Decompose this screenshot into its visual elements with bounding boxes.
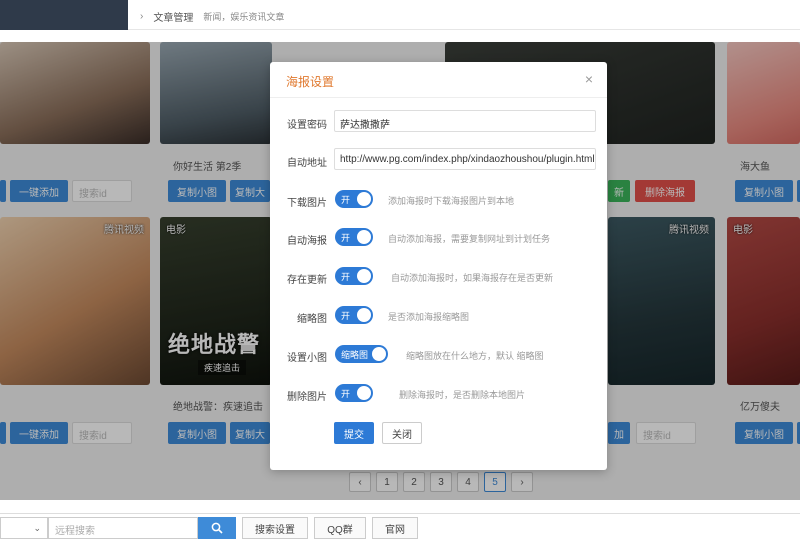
auto-url-label: 自动地址 [287, 158, 327, 169]
website-button[interactable]: 官网 [372, 517, 418, 539]
auto-poster-label: 自动海报 [287, 236, 327, 247]
toggle-knob [357, 230, 371, 244]
thumbnail-label: 缩略图 [297, 314, 327, 325]
close-icon[interactable]: × [581, 71, 597, 87]
toggle-text: 开 [341, 310, 351, 321]
breadcrumb-item-articles[interactable]: 文章管理 [153, 9, 193, 24]
download-image-label: 下载图片 [287, 198, 327, 209]
password-label: 设置密码 [287, 120, 327, 131]
delete-image-row: 删除图片 开 删除海报时，是否删除本地图片 [270, 382, 607, 406]
download-image-toggle[interactable]: 开 [335, 190, 373, 208]
update-existing-hint: 自动添加海报时，如果海报存在是否更新 [391, 273, 554, 283]
auto-poster-row: 自动海报 开 自动添加海报，需要复制网址到计划任务 [270, 226, 607, 250]
bottom-toolbar: ⌄ 远程搜索 搜索设置 QQ群 官网 [0, 513, 800, 541]
update-existing-label: 存在更新 [287, 275, 327, 286]
small-image-row: 设置小图 缩略图 缩略图放在什么地方，默认 缩略图 [270, 343, 607, 367]
delete-image-toggle[interactable]: 开 [335, 384, 373, 402]
modal-title: 海报设置 [286, 75, 335, 89]
delete-image-label: 删除图片 [287, 392, 327, 403]
auto-poster-toggle[interactable]: 开 [335, 228, 373, 246]
small-image-label: 设置小图 [287, 353, 327, 364]
small-image-hint: 缩略图放在什么地方，默认 缩略图 [406, 351, 544, 361]
toggle-text: 缩略图 [341, 349, 369, 360]
toggle-text: 开 [341, 194, 351, 205]
toggle-text: 开 [341, 271, 351, 282]
cancel-button[interactable]: 关闭 [382, 422, 422, 444]
sidebar-logo-area [0, 0, 128, 30]
toggle-knob [357, 192, 371, 206]
update-existing-row: 存在更新 开 自动添加海报时，如果海报存在是否更新 [270, 265, 607, 289]
password-input[interactable]: 萨达撒撒萨 [334, 110, 596, 132]
toggle-knob [357, 386, 371, 400]
remote-search-input[interactable]: 远程搜索 [48, 517, 198, 539]
chevron-down-icon: ⌄ [33, 522, 41, 533]
qq-group-button[interactable]: QQ群 [314, 517, 366, 539]
submit-button[interactable]: 提交 [334, 422, 374, 444]
auto-poster-hint: 自动添加海报，需要复制网址到计划任务 [388, 234, 551, 244]
search-icon [211, 522, 223, 534]
delete-image-hint: 删除海报时，是否删除本地图片 [399, 390, 526, 400]
chevron-right-icon: › [140, 11, 144, 22]
download-image-row: 下载图片 开 添加海报时下载海报图片到本地 [270, 188, 607, 212]
search-button[interactable] [198, 517, 236, 539]
toggle-text: 开 [341, 388, 351, 399]
toggle-text: 开 [341, 232, 351, 243]
download-image-hint: 添加海报时下载海报图片到本地 [388, 196, 515, 206]
thumbnail-hint: 是否添加海报缩略图 [388, 312, 470, 322]
top-bar: › 文章管理 新闻，娱乐资讯文章 [0, 0, 800, 30]
small-image-toggle[interactable]: 缩略图 [335, 345, 389, 363]
modal-header: 海报设置 × [270, 62, 607, 98]
thumbnail-toggle[interactable]: 开 [335, 306, 373, 324]
poster-settings-modal: 海报设置 × 设置密码 萨达撒撒萨 自动地址 http://www.pg.com… [270, 62, 607, 470]
breadcrumb-item-news[interactable]: 新闻，娱乐资讯文章 [203, 10, 284, 23]
auto-url-input[interactable]: http://www.pg.com/index.php/xindaozhoush… [334, 148, 596, 170]
password-row: 设置密码 萨达撒撒萨 [270, 110, 607, 134]
toggle-knob [372, 347, 387, 361]
breadcrumb: › 文章管理 新闻，娱乐资讯文章 [140, 9, 284, 24]
auto-url-row: 自动地址 http://www.pg.com/index.php/xindaoz… [270, 148, 607, 172]
toggle-knob [357, 308, 371, 322]
search-settings-button[interactable]: 搜索设置 [242, 517, 308, 539]
thumbnail-row: 缩略图 开 是否添加海报缩略图 [270, 304, 607, 328]
toggle-knob [357, 269, 371, 283]
search-type-dropdown[interactable]: ⌄ [0, 517, 48, 539]
update-existing-toggle[interactable]: 开 [335, 267, 373, 285]
